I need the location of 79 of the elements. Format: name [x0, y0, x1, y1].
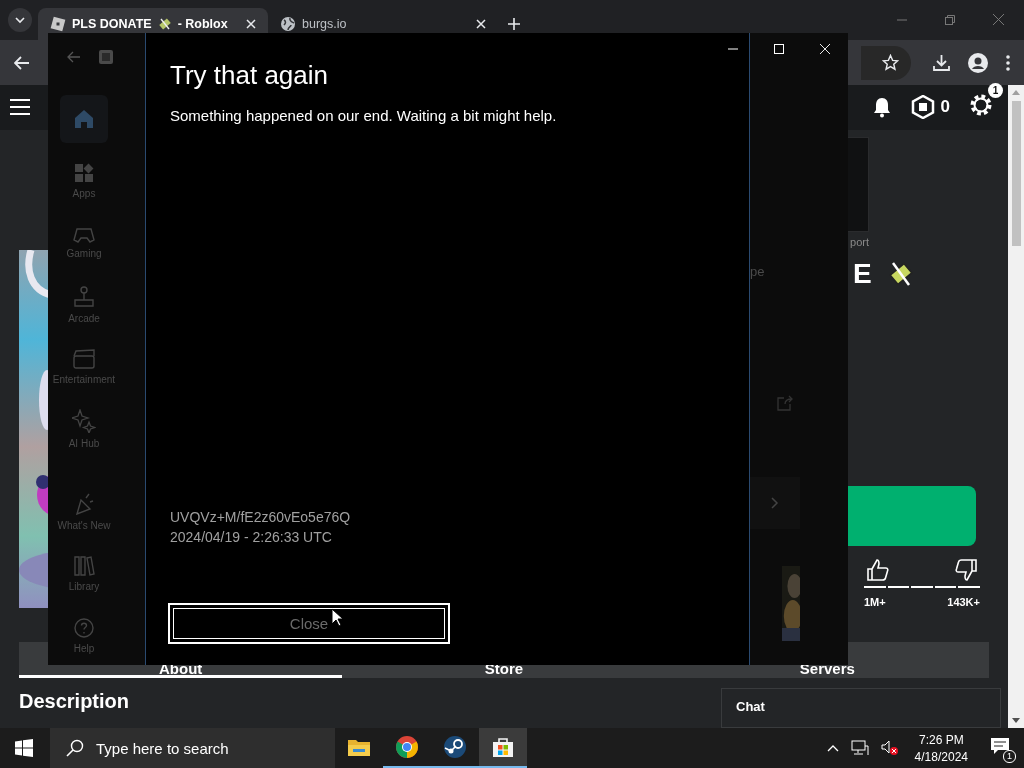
nav-item[interactable]: Gaming [49, 219, 119, 267]
game-title: E [853, 257, 872, 290]
tab-search-button[interactable] [8, 8, 32, 32]
money-icon [157, 17, 172, 31]
nav-label: AI Hub [68, 438, 100, 449]
sparkle-icon [72, 409, 96, 433]
apps-icon [74, 163, 94, 183]
thumbnail[interactable] [848, 136, 869, 232]
nav-label: Apps [72, 188, 96, 199]
nav-item[interactable]: AI Hub [49, 405, 119, 453]
dislikes-count: 143K+ [947, 595, 980, 608]
address-bar[interactable] [861, 45, 911, 80]
profile-icon[interactable] [968, 52, 988, 73]
nav-label: Gaming [66, 248, 102, 259]
error-timestamp: 2024/04/19 - 2:26:33 UTC [170, 529, 333, 545]
dialog-title: Try that again [170, 60, 329, 91]
home-icon [73, 108, 95, 130]
gamepad-icon [73, 227, 95, 243]
store-icon [491, 735, 515, 759]
robux-count: 0 [940, 97, 950, 118]
restore-icon[interactable] [945, 15, 955, 25]
library-icon [73, 556, 95, 576]
thumbs-up-icon[interactable] [866, 557, 890, 582]
chevron-down-icon [14, 14, 26, 26]
roblox-icon [50, 16, 66, 32]
chrome-icon [395, 735, 419, 759]
nav-label: Help [73, 643, 95, 654]
download-icon[interactable] [933, 54, 950, 71]
chevron-right-icon [771, 497, 779, 509]
notifications-icon[interactable] [990, 737, 1010, 755]
app-logo-icon [99, 50, 113, 64]
network-icon[interactable] [850, 740, 869, 756]
nav-item[interactable]: Entertainment [49, 343, 119, 391]
likes-count: 1M+ [864, 595, 886, 608]
support-link[interactable]: port [850, 235, 869, 248]
menu-icon[interactable] [1006, 54, 1010, 71]
scroll-down-icon[interactable] [1012, 718, 1020, 724]
scrollbar[interactable] [1008, 85, 1024, 728]
joystick-icon [73, 286, 95, 308]
nav-label: What's New [57, 520, 111, 531]
close-button[interactable]: Close [168, 603, 450, 644]
clapperboard-icon [73, 349, 95, 369]
clock-date: 4/18/2024 [914, 749, 968, 764]
caret-up-icon[interactable] [826, 744, 839, 752]
chat-panel[interactable]: Chat [721, 688, 1001, 728]
tab-title: burgs.io [302, 17, 347, 31]
party-popper-icon [74, 493, 94, 515]
error-code: UVQVz+M/fE2z60vEo5e76Q [170, 509, 352, 525]
start-icon[interactable] [15, 739, 33, 757]
search-field[interactable]: Type here to search [50, 728, 335, 768]
muted-volume-icon[interactable] [880, 740, 899, 756]
cursor-icon [331, 608, 343, 627]
clock-time: 7:26 PM [918, 732, 964, 747]
taskbar-app[interactable] [479, 728, 527, 768]
star-icon[interactable] [882, 54, 899, 71]
search-icon [66, 739, 84, 757]
new-tab-icon[interactable] [508, 18, 520, 30]
nav-label: Entertainment [52, 374, 116, 385]
dialog-message: Something happened on our end. Waiting a bit might help. [170, 107, 558, 124]
scroll-thumb[interactable] [1011, 101, 1021, 246]
nav-item[interactable]: What's New [49, 488, 119, 536]
tab-title: PLS DONATE [72, 17, 152, 31]
notification-count: 1 [1003, 750, 1016, 763]
folder-icon [347, 737, 371, 757]
menu-icon[interactable] [10, 99, 30, 116]
help-icon [74, 618, 94, 638]
chat-title: Chat [736, 699, 765, 714]
nav-item[interactable]: Apps [49, 157, 119, 205]
robux-icon[interactable] [910, 95, 935, 120]
nav-label: Arcade [68, 313, 100, 324]
notification-badge: 1 [988, 83, 1003, 99]
nav-item[interactable]: Help [49, 612, 119, 660]
section-heading: Description [19, 690, 130, 713]
tab-title: - Roblox [177, 17, 228, 31]
thumbs-down-icon[interactable] [954, 557, 978, 582]
globe-icon [280, 16, 296, 32]
section-text: pe [750, 264, 766, 279]
steam-icon [443, 735, 467, 759]
nav-item[interactable]: Arcade [49, 281, 119, 329]
